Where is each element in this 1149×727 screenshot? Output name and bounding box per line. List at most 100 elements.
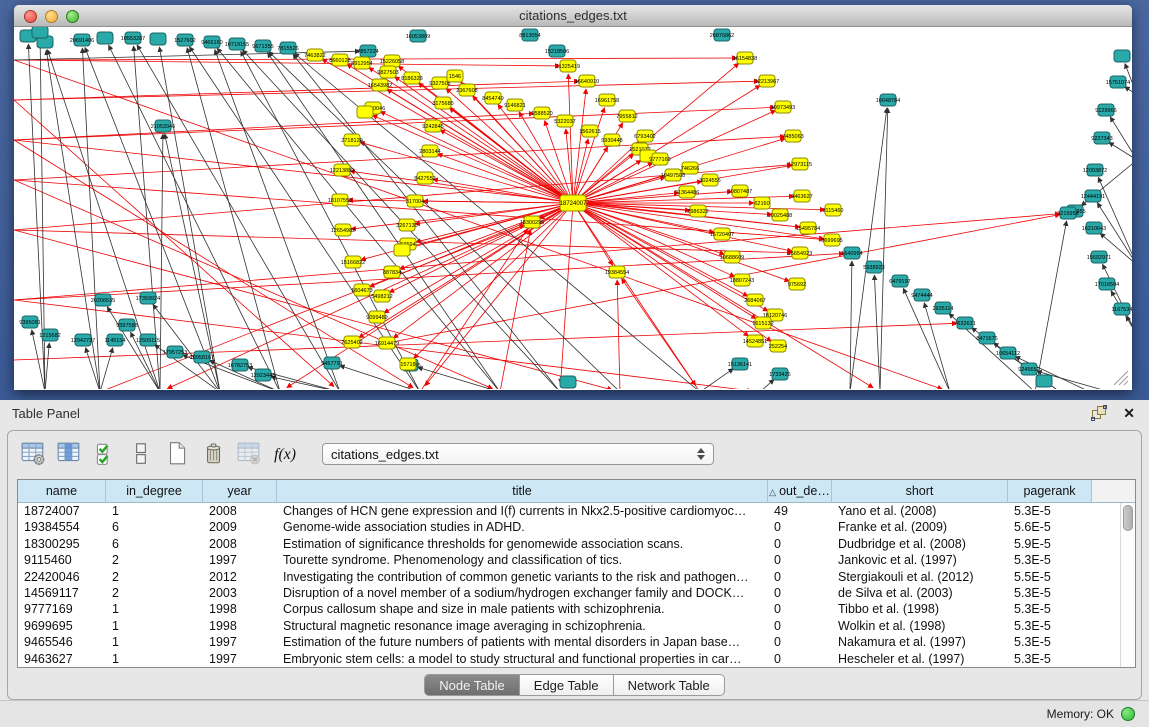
close-panel-icon[interactable]: ✕ xyxy=(1123,406,1135,420)
graph-node[interactable] xyxy=(1114,50,1130,62)
table-cell-pagerank: 5.3E-5 xyxy=(1008,618,1092,634)
citation-network-graph[interactable]: 2069140610553287152760294661601071915596… xyxy=(14,27,1132,389)
graph-node-label: 8454749 xyxy=(482,96,503,102)
column-header-pagerank[interactable]: pagerank xyxy=(1008,480,1092,503)
graph-node[interactable] xyxy=(150,33,166,45)
table-row[interactable]: 1872400712008Changes of HCN gene express… xyxy=(18,503,1120,519)
graph-node[interactable] xyxy=(32,27,48,38)
table-cell-short: Hescheler et al. (1997) xyxy=(832,651,1008,667)
table-cell-pagerank: 5.3E-5 xyxy=(1008,634,1092,650)
tab-edge-table[interactable]: Edge Table xyxy=(520,674,614,696)
table-cell-year: 2008 xyxy=(203,503,277,519)
column-header-short[interactable]: short xyxy=(832,480,1008,503)
sort-ascending-icon: △ xyxy=(769,487,776,497)
table-cell-short: Wolkin et al. (1998) xyxy=(832,618,1008,634)
table-mode-button[interactable] xyxy=(126,439,156,469)
table-cell-year: 1997 xyxy=(203,634,277,650)
table-row[interactable]: 977716911998Corpus callosum shape and si… xyxy=(18,601,1120,617)
graph-node-label: 16914479 xyxy=(375,341,399,347)
tab-network-table[interactable]: Network Table xyxy=(614,674,725,696)
function-builder-icon: f(x) xyxy=(272,440,298,466)
graph-node-label: 12505115 xyxy=(136,338,160,344)
table-cell-out_de: 0 xyxy=(768,552,832,568)
graph-node-label: 1604673 xyxy=(351,288,372,294)
column-header-out_de[interactable]: △out_de… xyxy=(768,480,832,503)
table-scrollbar[interactable] xyxy=(1120,503,1135,667)
close-window-icon[interactable] xyxy=(24,10,37,23)
new-column-button[interactable] xyxy=(162,439,192,469)
graph-node[interactable] xyxy=(394,244,410,256)
graph-node-label: 7955812 xyxy=(616,114,637,120)
table-row[interactable]: 1938455462009Genome-wide association stu… xyxy=(18,519,1120,535)
zoom-window-icon[interactable] xyxy=(66,10,79,23)
table-toolbar: f(x) citations_edges.txt xyxy=(18,436,1131,472)
graph-node-label: 12213889 xyxy=(330,168,354,174)
table-row[interactable]: 2242004622012Investigating the contribut… xyxy=(18,569,1120,585)
select-rows-button[interactable] xyxy=(90,439,120,469)
graph-node[interactable] xyxy=(357,106,373,118)
select-column-button[interactable] xyxy=(54,439,84,469)
column-header-in_degree[interactable]: in_degree xyxy=(106,480,203,503)
float-panel-icon[interactable] xyxy=(1091,405,1107,421)
graph-node-label: 9129966 xyxy=(1095,108,1116,114)
table-cell-name: 19384554 xyxy=(18,519,106,535)
table-cell-out_de: 0 xyxy=(768,651,832,667)
graph-node-label: 7463822 xyxy=(304,53,325,59)
window-title: citations_edges.txt xyxy=(14,5,1132,26)
graph-node-label: 16053809 xyxy=(406,34,430,40)
table-row[interactable]: 911546021997Tourette syndrome. Phenomeno… xyxy=(18,552,1120,568)
table-row[interactable]: 1456911722003Disruption of a novel membe… xyxy=(18,585,1120,601)
graph-node-label: 9146821 xyxy=(504,103,525,109)
table-row[interactable]: 946554611997Estimation of the future num… xyxy=(18,634,1120,650)
graph-node-label: 20876862 xyxy=(710,33,734,39)
column-header-name[interactable]: name xyxy=(18,480,106,503)
network-canvas[interactable]: 2069140610553287152760294661601071915596… xyxy=(14,27,1132,389)
graph-node[interactable] xyxy=(1036,375,1052,387)
tab-node-table[interactable]: Node Table xyxy=(424,674,520,696)
table-selector-dropdown[interactable]: citations_edges.txt xyxy=(322,443,714,465)
minimize-window-icon[interactable] xyxy=(45,10,58,23)
graph-node-label: 15218506 xyxy=(545,49,569,55)
svg-text:f(x): f(x) xyxy=(274,446,296,463)
graph-node-label: 1615132 xyxy=(752,321,773,327)
window-titlebar[interactable]: citations_edges.txt xyxy=(14,5,1132,27)
table-cell-name: 9115460 xyxy=(18,552,106,568)
graph-node-label: 12654982 xyxy=(331,228,355,234)
table-cell-title: Investigating the contribution of common… xyxy=(277,569,768,585)
graph-node-label: 1640954 xyxy=(841,251,862,257)
delete-column-button[interactable] xyxy=(198,439,228,469)
graph-edges xyxy=(14,40,1132,389)
table-cell-title: Structural magnetic resonance image aver… xyxy=(277,618,768,634)
column-header-filler xyxy=(1092,480,1135,503)
graph-node-label: 12444191 xyxy=(1081,194,1105,200)
graph-node-label: 15654923 xyxy=(788,251,812,257)
table-cell-name: 14569117 xyxy=(18,585,106,601)
function-builder-button[interactable]: f(x) xyxy=(270,439,300,469)
graph-node-label: 7485063 xyxy=(782,134,803,140)
table-settings-button[interactable] xyxy=(18,439,48,469)
graph-node[interactable] xyxy=(560,376,576,388)
graph-node-label: 9395081 xyxy=(19,320,40,326)
graph-node-label: 12213967 xyxy=(755,79,779,85)
table-row[interactable]: 969969511998Structural magnetic resonanc… xyxy=(18,618,1120,634)
table-row[interactable]: 1830029562008Estimation of significance … xyxy=(18,536,1120,552)
graph-node-label: 9099489 xyxy=(366,315,387,321)
table-cell-pagerank: 5.3E-5 xyxy=(1008,601,1092,617)
table-cell-name: 9777169 xyxy=(18,601,106,617)
graph-node-label: 5322037 xyxy=(554,119,575,125)
scrollbar-thumb[interactable] xyxy=(1123,505,1133,531)
graph-node-label: 17957253 xyxy=(163,350,187,356)
table-row[interactable]: 946362711997Embryonic stem cells: a mode… xyxy=(18,651,1120,667)
graph-nodes: 2069140610553287152760294661601071915596… xyxy=(19,27,1132,388)
table-cell-name: 22420046 xyxy=(18,569,106,585)
delete-table-button[interactable] xyxy=(234,439,264,469)
resize-grip[interactable] xyxy=(1110,367,1130,387)
graph-node-label: 16154838 xyxy=(733,56,757,62)
graph-node-label: 7632621 xyxy=(954,321,975,327)
column-header-year[interactable]: year xyxy=(203,480,277,503)
graph-node-label: 21053346 xyxy=(151,124,175,130)
graph-node[interactable] xyxy=(97,32,113,44)
graph-node-label: 16210643 xyxy=(1082,226,1106,232)
graph-node-label: 9327508 xyxy=(429,81,450,87)
column-header-title[interactable]: title xyxy=(277,480,768,503)
